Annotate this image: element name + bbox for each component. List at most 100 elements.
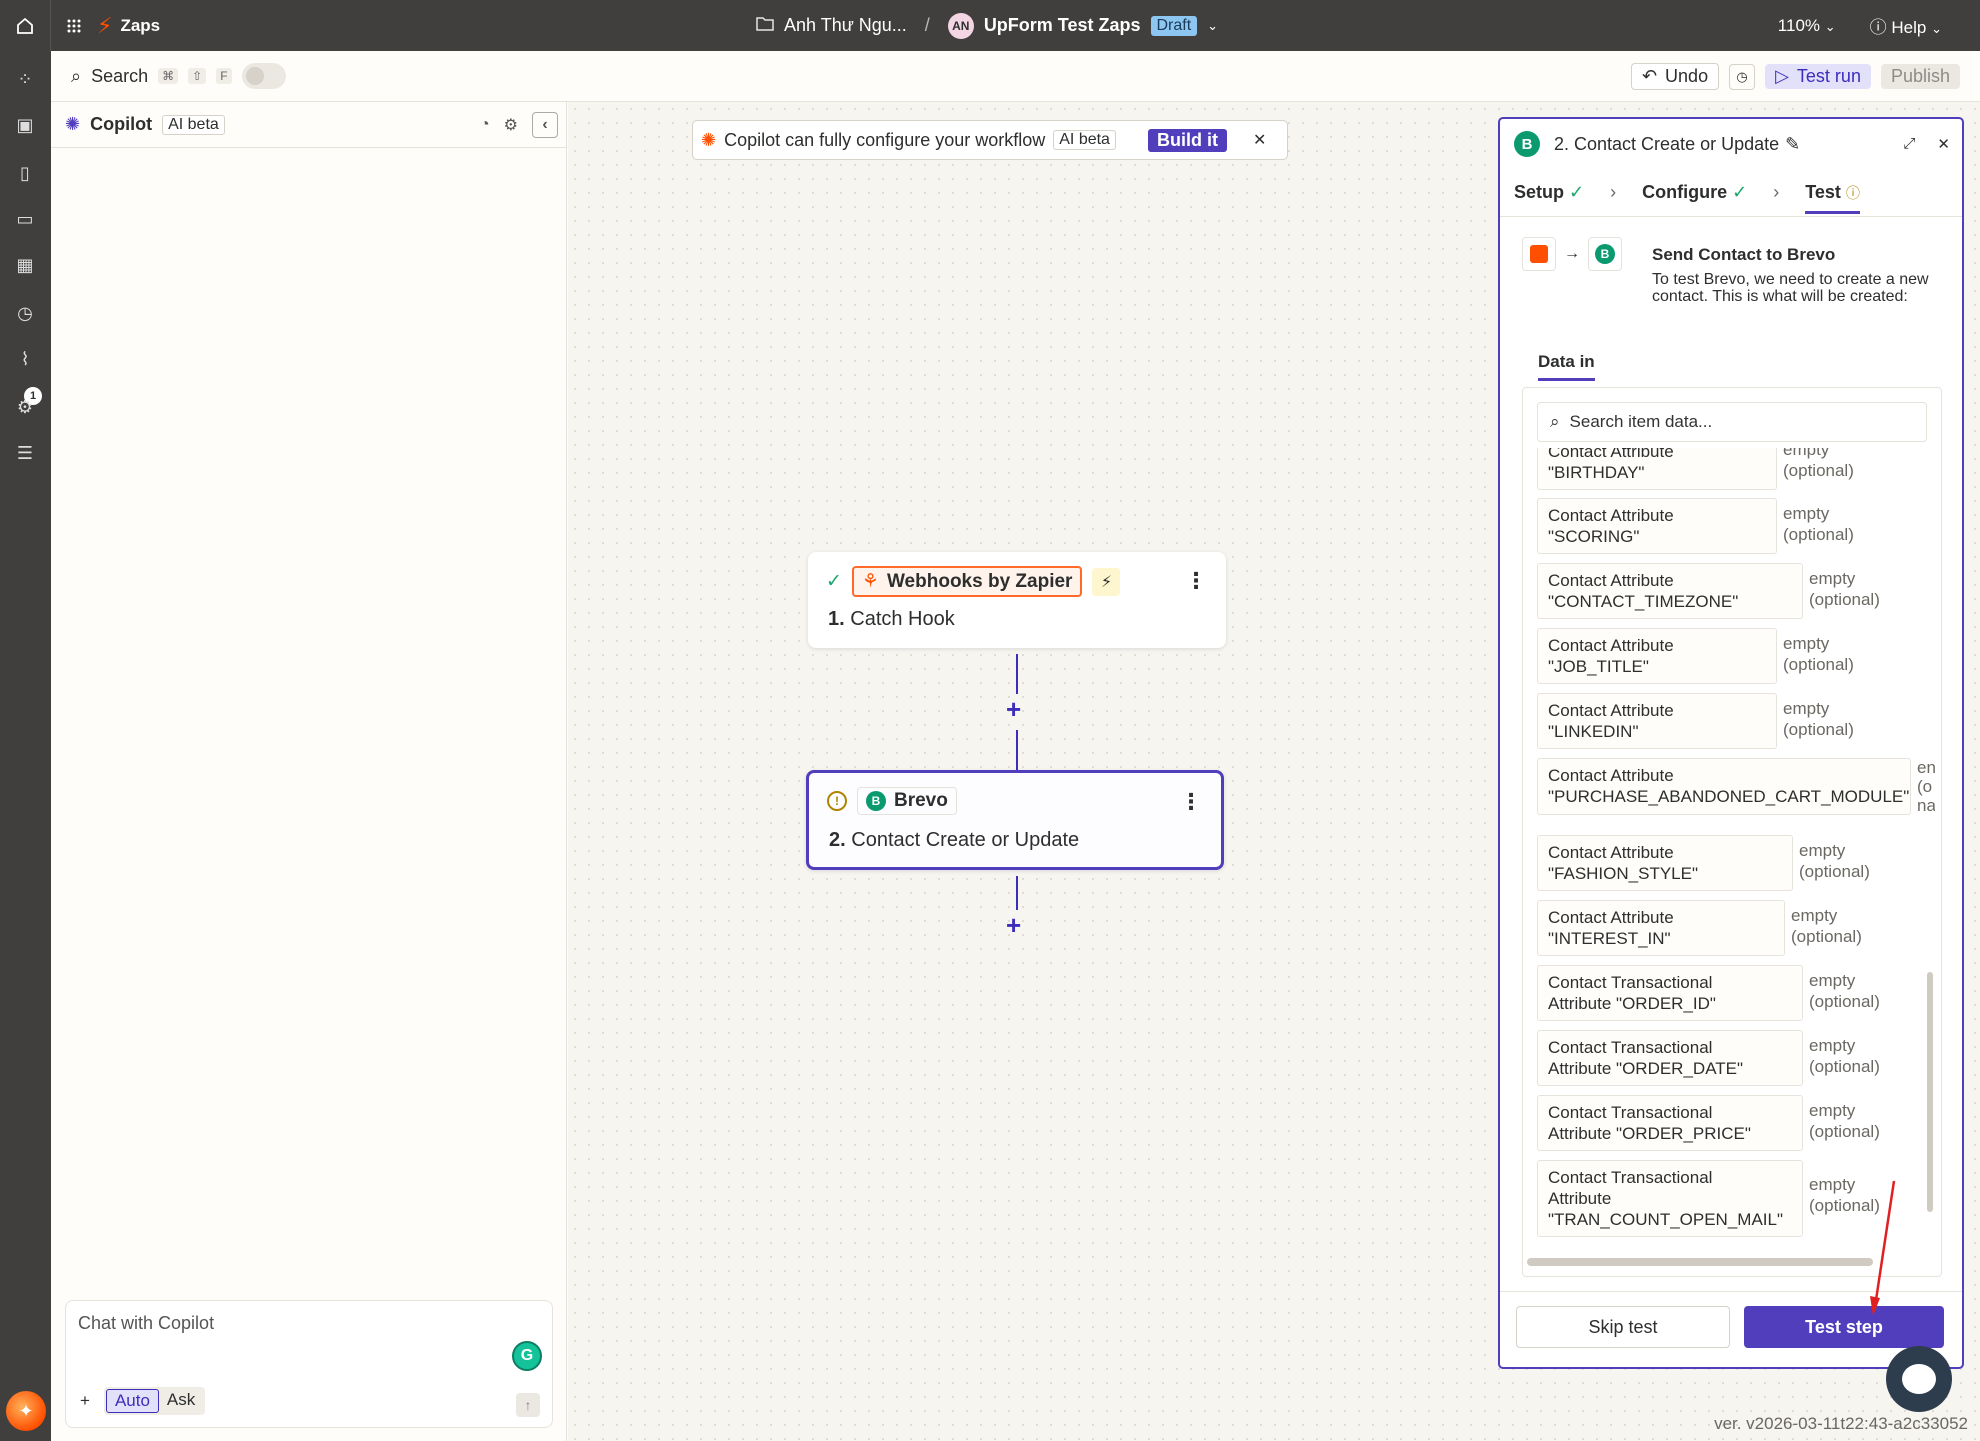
send-summary: Send Contact to Brevo To test Brevo, we … xyxy=(1652,245,1952,305)
collapse-panel-button[interactable]: ‹ xyxy=(532,112,558,138)
instant-trigger-icon: ⚡ xyxy=(1092,567,1121,596)
add-step-icon[interactable]: + xyxy=(1006,910,1021,941)
connector-line xyxy=(1016,654,1018,694)
app-grid-icon[interactable] xyxy=(51,0,97,51)
toggle-switch[interactable] xyxy=(241,63,286,89)
history-icon[interactable]: ◔ xyxy=(480,116,490,134)
copilot-orb-icon[interactable]: ✦ xyxy=(6,1391,46,1431)
tab-data-in[interactable]: Data in xyxy=(1538,352,1595,381)
app-chip: ⚘ Webhooks by Zapier xyxy=(851,566,1083,597)
interfaces-icon[interactable]: ▭ xyxy=(13,207,37,231)
home-icon[interactable] xyxy=(0,0,51,51)
mode-ask[interactable]: Ask xyxy=(159,1389,203,1413)
more-options-icon[interactable]: ⋮ xyxy=(1180,789,1202,815)
gear-icon[interactable]: ⚙ xyxy=(504,115,518,135)
list-item: Contact Transactional Attribute "TRAN_CO… xyxy=(1537,1160,1880,1237)
item-value: empty (optional) xyxy=(1783,448,1854,480)
item-value: empty (optional) xyxy=(1783,504,1854,544)
archive-icon[interactable]: ☰ xyxy=(13,441,37,465)
close-icon[interactable]: ✕ xyxy=(1253,130,1266,150)
apps-icon[interactable]: ⁘ xyxy=(13,67,37,91)
step-node-trigger[interactable]: ✓ ⚘ Webhooks by Zapier ⚡ 1. Catch Hook ⋮ xyxy=(808,552,1226,648)
test-run-button[interactable]: ▷ Test run xyxy=(1765,64,1871,89)
item-key: Contact Attribute "SCORING" xyxy=(1537,498,1777,554)
item-key: Contact Attribute "BIRTHDAY" xyxy=(1537,448,1777,490)
search-item-data-input[interactable]: ⌕ Search item data... xyxy=(1537,402,1927,442)
chevron-down-icon[interactable]: ⌄ xyxy=(1207,18,1218,34)
test-step-button[interactable]: Test step xyxy=(1744,1306,1944,1348)
ai-beta-tag: AI beta xyxy=(1053,130,1116,150)
undo-button[interactable]: ↶ Undo xyxy=(1630,63,1720,90)
support-chat-icon[interactable] xyxy=(1886,1346,1952,1412)
warning-icon: ! xyxy=(827,791,847,811)
build-it-button[interactable]: Build it xyxy=(1147,128,1227,152)
zaps-folder-icon[interactable]: ▣ xyxy=(13,113,37,137)
send-arrow-icon[interactable]: ↑ xyxy=(516,1393,540,1417)
brevo-app-icon: B xyxy=(1588,237,1622,271)
folder-icon xyxy=(756,15,774,36)
connector-line xyxy=(1016,876,1018,910)
banner-text: Copilot can fully configure your workflo… xyxy=(724,129,1046,150)
brevo-logo-icon: B xyxy=(866,791,886,811)
tables-icon[interactable]: ▯ xyxy=(13,161,37,185)
item-key: Contact Attribute "LINKEDIN" xyxy=(1537,693,1777,749)
data-list: ⌕ Search item data... Contact Attribute … xyxy=(1522,387,1942,1277)
mode-switch: Auto Ask xyxy=(103,1387,206,1415)
mode-auto[interactable]: Auto xyxy=(105,1389,159,1413)
version-history-button[interactable]: ◷ xyxy=(1729,63,1756,90)
app-name: Webhooks by Zapier xyxy=(886,570,1073,592)
item-key: Contact Transactional Attribute "ORDER_P… xyxy=(1537,1095,1803,1151)
activity-icon[interactable]: ⌇ xyxy=(13,347,37,371)
folder-link[interactable]: Anh Thư Ngu... xyxy=(784,15,907,36)
tab-label: Setup xyxy=(1514,182,1565,202)
tab-test[interactable]: Test ⓘ xyxy=(1805,182,1860,214)
search-button[interactable]: ⌕ Search ⌘ ⇧ F xyxy=(71,63,286,89)
copilot-chat-input[interactable]: Chat with Copilot G + Auto Ask ↑ xyxy=(65,1300,553,1428)
checkmark-icon: ✓ xyxy=(1569,182,1585,202)
zaps-nav[interactable]: ⚡ Zaps xyxy=(97,13,160,39)
step-node-action[interactable]: ! B Brevo 2. Contact Create or Update ⋮ xyxy=(806,770,1224,870)
close-icon[interactable]: ✕ xyxy=(1937,135,1950,153)
copilot-panel: ✺ Copilot AI beta ◔ ⚙ ‹ Chat with Copilo… xyxy=(51,102,567,1441)
chat-placeholder: Chat with Copilot xyxy=(78,1313,215,1333)
tab-configure[interactable]: Configure ✓ xyxy=(1642,182,1747,203)
settings-icon[interactable]: ⚙ xyxy=(13,395,37,419)
chevron-right-icon: › xyxy=(1773,182,1780,202)
app-name: Zaps xyxy=(120,15,161,35)
history-icon: ◷ xyxy=(1736,68,1748,84)
vertical-scrollbar[interactable] xyxy=(1927,972,1933,1212)
chevron-down-icon: ⌄ xyxy=(1824,18,1836,34)
item-key: Contact Attribute "PURCHASE_ABANDONED_CA… xyxy=(1537,758,1911,815)
list-item: Contact Transactional Attribute "ORDER_D… xyxy=(1537,1030,1880,1086)
checkmark-icon: ✓ xyxy=(1732,182,1748,202)
item-value: empty (optional) xyxy=(1799,841,1870,881)
search-label: Search xyxy=(91,65,149,86)
zap-name[interactable]: UpForm Test Zaps xyxy=(984,15,1141,36)
history-icon[interactable]: ◷ xyxy=(13,301,37,325)
app-name: Brevo xyxy=(894,790,948,811)
brevo-logo-icon: B xyxy=(1514,131,1540,157)
skip-test-button[interactable]: Skip test xyxy=(1516,1306,1730,1348)
item-value: en (o na xyxy=(1917,758,1935,815)
item-value: empty (optional) xyxy=(1809,1036,1880,1076)
grammarly-icon[interactable]: G xyxy=(512,1341,542,1371)
calendar-icon[interactable]: ▦ xyxy=(13,253,37,277)
step-tabs: Setup ✓ › Configure ✓ › Test ⓘ xyxy=(1500,169,1962,217)
publish-button[interactable]: Publish xyxy=(1880,64,1960,89)
status-badge: Draft xyxy=(1150,15,1198,36)
zoom-dropdown[interactable]: 110% ⌄ xyxy=(1778,16,1836,36)
help-icon: ⓘ xyxy=(1869,18,1887,37)
edit-pencil-icon[interactable]: ✎ xyxy=(1785,134,1800,155)
app-chip: B Brevo xyxy=(857,787,957,815)
breadcrumb: Anh Thư Ngu... / AN UpForm Test Zaps Dra… xyxy=(756,0,1218,51)
more-options-icon[interactable]: ⋮ xyxy=(1185,568,1207,594)
top-bar: ⚡ Zaps Anh Thư Ngu... / AN UpForm Test Z… xyxy=(0,0,1980,51)
test-run-label: Test run xyxy=(1796,66,1861,86)
tab-setup[interactable]: Setup ✓ xyxy=(1514,182,1584,203)
expand-icon[interactable]: ⤢ xyxy=(1903,135,1915,153)
attach-plus-icon[interactable]: + xyxy=(80,1391,90,1411)
send-title: Send Contact to Brevo xyxy=(1652,245,1836,264)
horizontal-scrollbar[interactable] xyxy=(1527,1258,1873,1266)
help-menu[interactable]: ⓘ Help ⌄ xyxy=(1870,13,1942,38)
add-step-icon[interactable]: + xyxy=(1006,694,1021,725)
